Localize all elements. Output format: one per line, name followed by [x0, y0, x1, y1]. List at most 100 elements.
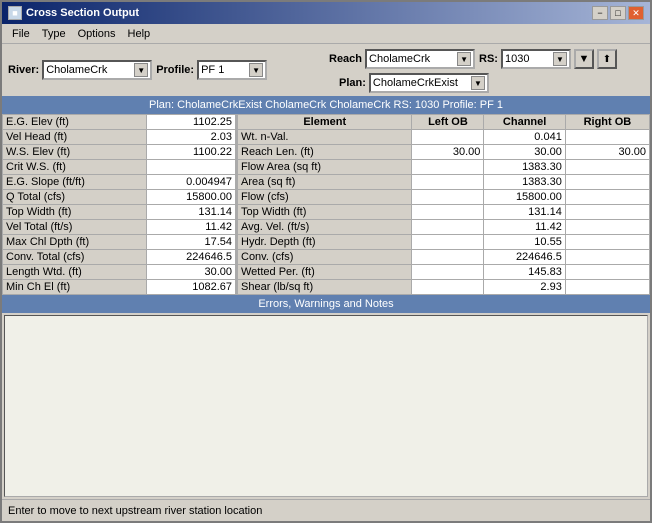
right-cell-right-ob — [565, 280, 649, 295]
right-table-row: Area (sq ft)1383.30 — [238, 175, 650, 190]
menu-help[interactable]: Help — [122, 27, 157, 41]
right-cell-element: Area (sq ft) — [238, 175, 412, 190]
right-cell-left-ob — [412, 190, 484, 205]
menu-file[interactable]: File — [6, 27, 36, 41]
right-panel: Element Left OB Channel Right OB Wt. n-V… — [237, 114, 650, 295]
left-cell-label: E.G. Elev (ft) — [3, 115, 147, 130]
right-cell-right-ob: 30.00 — [565, 145, 649, 160]
left-cell-label: Length Wtd. (ft) — [3, 265, 147, 280]
col-left-ob: Left OB — [412, 115, 484, 130]
river-field-group: River: CholameCrk ▼ — [8, 60, 152, 80]
rs-combo[interactable]: 1030 ▼ — [501, 49, 571, 69]
close-button[interactable]: ✕ — [628, 6, 644, 20]
river-combo[interactable]: CholameCrk ▼ — [42, 60, 152, 80]
left-cell-value: 1082.67 — [146, 280, 235, 295]
right-cell-element: Wt. n-Val. — [238, 130, 412, 145]
right-cell-channel: 1383.30 — [484, 160, 565, 175]
left-cell-value: 0.004947 — [146, 175, 235, 190]
left-cell-label: Crit W.S. (ft) — [3, 160, 147, 175]
right-cell-element: Avg. Vel. (ft/s) — [238, 220, 412, 235]
right-table-row: Hydr. Depth (ft) 10.55 — [238, 235, 650, 250]
profile-field-group: Profile: PF 1 ▼ — [156, 60, 267, 80]
river-value: CholameCrk — [46, 64, 107, 76]
right-table-row: Wetted Per. (ft)145.83 — [238, 265, 650, 280]
col-right-ob: Right OB — [565, 115, 649, 130]
errors-bar: Errors, Warnings and Notes — [2, 295, 650, 313]
rs-combo-arrow[interactable]: ▼ — [553, 52, 567, 66]
right-cell-channel: 30.00 — [484, 145, 565, 160]
left-table-row: Min Ch El (ft)1082.67 — [3, 280, 236, 295]
plan-combo-arrow[interactable]: ▼ — [471, 76, 485, 90]
right-cell-element: Conv. (cfs) — [238, 250, 412, 265]
right-cell-left-ob — [412, 130, 484, 145]
right-cell-channel: 15800.00 — [484, 190, 565, 205]
rs-down-btn[interactable]: ▼ — [574, 49, 594, 69]
right-cell-left-ob — [412, 235, 484, 250]
right-cell-right-ob — [565, 250, 649, 265]
plan-combo[interactable]: CholameCrkExist ▼ — [369, 73, 489, 93]
right-cell-right-ob — [565, 190, 649, 205]
right-cell-channel: 10.55 — [484, 235, 565, 250]
plan-label: Plan: — [339, 77, 366, 89]
main-window: ■ Cross Section Output − □ ✕ File Type O… — [0, 0, 652, 523]
left-table-row: Conv. Total (cfs)224646.5 — [3, 250, 236, 265]
menu-type[interactable]: Type — [36, 27, 72, 41]
right-cell-element: Shear (lb/sq ft) — [238, 280, 412, 295]
right-cell-channel: 11.42 — [484, 220, 565, 235]
left-table-row: Q Total (cfs)15800.00 — [3, 190, 236, 205]
right-cell-left-ob — [412, 250, 484, 265]
left-cell-label: Max Chl Dpth (ft) — [3, 235, 147, 250]
rs-label: RS: — [479, 53, 498, 65]
left-cell-label: Q Total (cfs) — [3, 190, 147, 205]
river-combo-arrow[interactable]: ▼ — [134, 63, 148, 77]
right-cell-channel: 224646.5 — [484, 250, 565, 265]
plan-value: CholameCrkExist — [373, 77, 458, 89]
right-table-row: Shear (lb/sq ft)2.93 — [238, 280, 650, 295]
right-cell-channel: 131.14 — [484, 205, 565, 220]
maximize-button[interactable]: □ — [610, 6, 626, 20]
right-cell-right-ob — [565, 175, 649, 190]
left-cell-label: Top Width (ft) — [3, 205, 147, 220]
right-table-row: Wt. n-Val. 0.041 — [238, 130, 650, 145]
right-cell-channel: 0.041 — [484, 130, 565, 145]
left-cell-value: 15800.00 — [146, 190, 235, 205]
reach-field-group: Reach CholameCrk ▼ — [329, 49, 475, 69]
left-table-row: Crit W.S. (ft) — [3, 160, 236, 175]
col-channel: Channel — [484, 115, 565, 130]
profile-label: Profile: — [156, 64, 194, 76]
reach-combo-arrow[interactable]: ▼ — [457, 52, 471, 66]
right-cell-left-ob — [412, 220, 484, 235]
profile-combo-arrow[interactable]: ▼ — [249, 63, 263, 77]
status-bar: Enter to move to next upstream river sta… — [2, 499, 650, 521]
left-cell-value: 224646.5 — [146, 250, 235, 265]
rs-up-btn[interactable]: ⬆ — [597, 49, 617, 69]
profile-value: PF 1 — [201, 64, 224, 76]
left-cell-value: 1100.22 — [146, 145, 235, 160]
rs-value: 1030 — [505, 53, 529, 65]
left-cell-value: 11.42 — [146, 220, 235, 235]
reach-combo[interactable]: CholameCrk ▼ — [365, 49, 475, 69]
right-cell-left-ob — [412, 205, 484, 220]
minimize-button[interactable]: − — [592, 6, 608, 20]
menu-bar: File Type Options Help — [2, 24, 650, 44]
right-cell-right-ob — [565, 220, 649, 235]
right-table-row: Avg. Vel. (ft/s) 11.42 — [238, 220, 650, 235]
info-bar: Plan: CholameCrkExist CholameCrk Cholame… — [2, 96, 650, 114]
title-bar: ■ Cross Section Output − □ ✕ — [2, 2, 650, 24]
right-cell-element: Top Width (ft) — [238, 205, 412, 220]
right-cell-element: Hydr. Depth (ft) — [238, 235, 412, 250]
right-cell-right-ob — [565, 205, 649, 220]
left-cell-label: Vel Head (ft) — [3, 130, 147, 145]
left-table-row: E.G. Slope (ft/ft)0.004947 — [3, 175, 236, 190]
right-cell-left-ob — [412, 280, 484, 295]
left-table-row: Length Wtd. (ft)30.00 — [3, 265, 236, 280]
left-cell-label: Conv. Total (cfs) — [3, 250, 147, 265]
right-table: Element Left OB Channel Right OB Wt. n-V… — [237, 114, 650, 295]
left-cell-value: 1102.25 — [146, 115, 235, 130]
menu-options[interactable]: Options — [72, 27, 122, 41]
profile-combo[interactable]: PF 1 ▼ — [197, 60, 267, 80]
left-panel: E.G. Elev (ft)1102.25Vel Head (ft)2.03W.… — [2, 114, 237, 295]
river-label: River: — [8, 64, 39, 76]
left-cell-label: E.G. Slope (ft/ft) — [3, 175, 147, 190]
left-table-row: E.G. Elev (ft)1102.25 — [3, 115, 236, 130]
